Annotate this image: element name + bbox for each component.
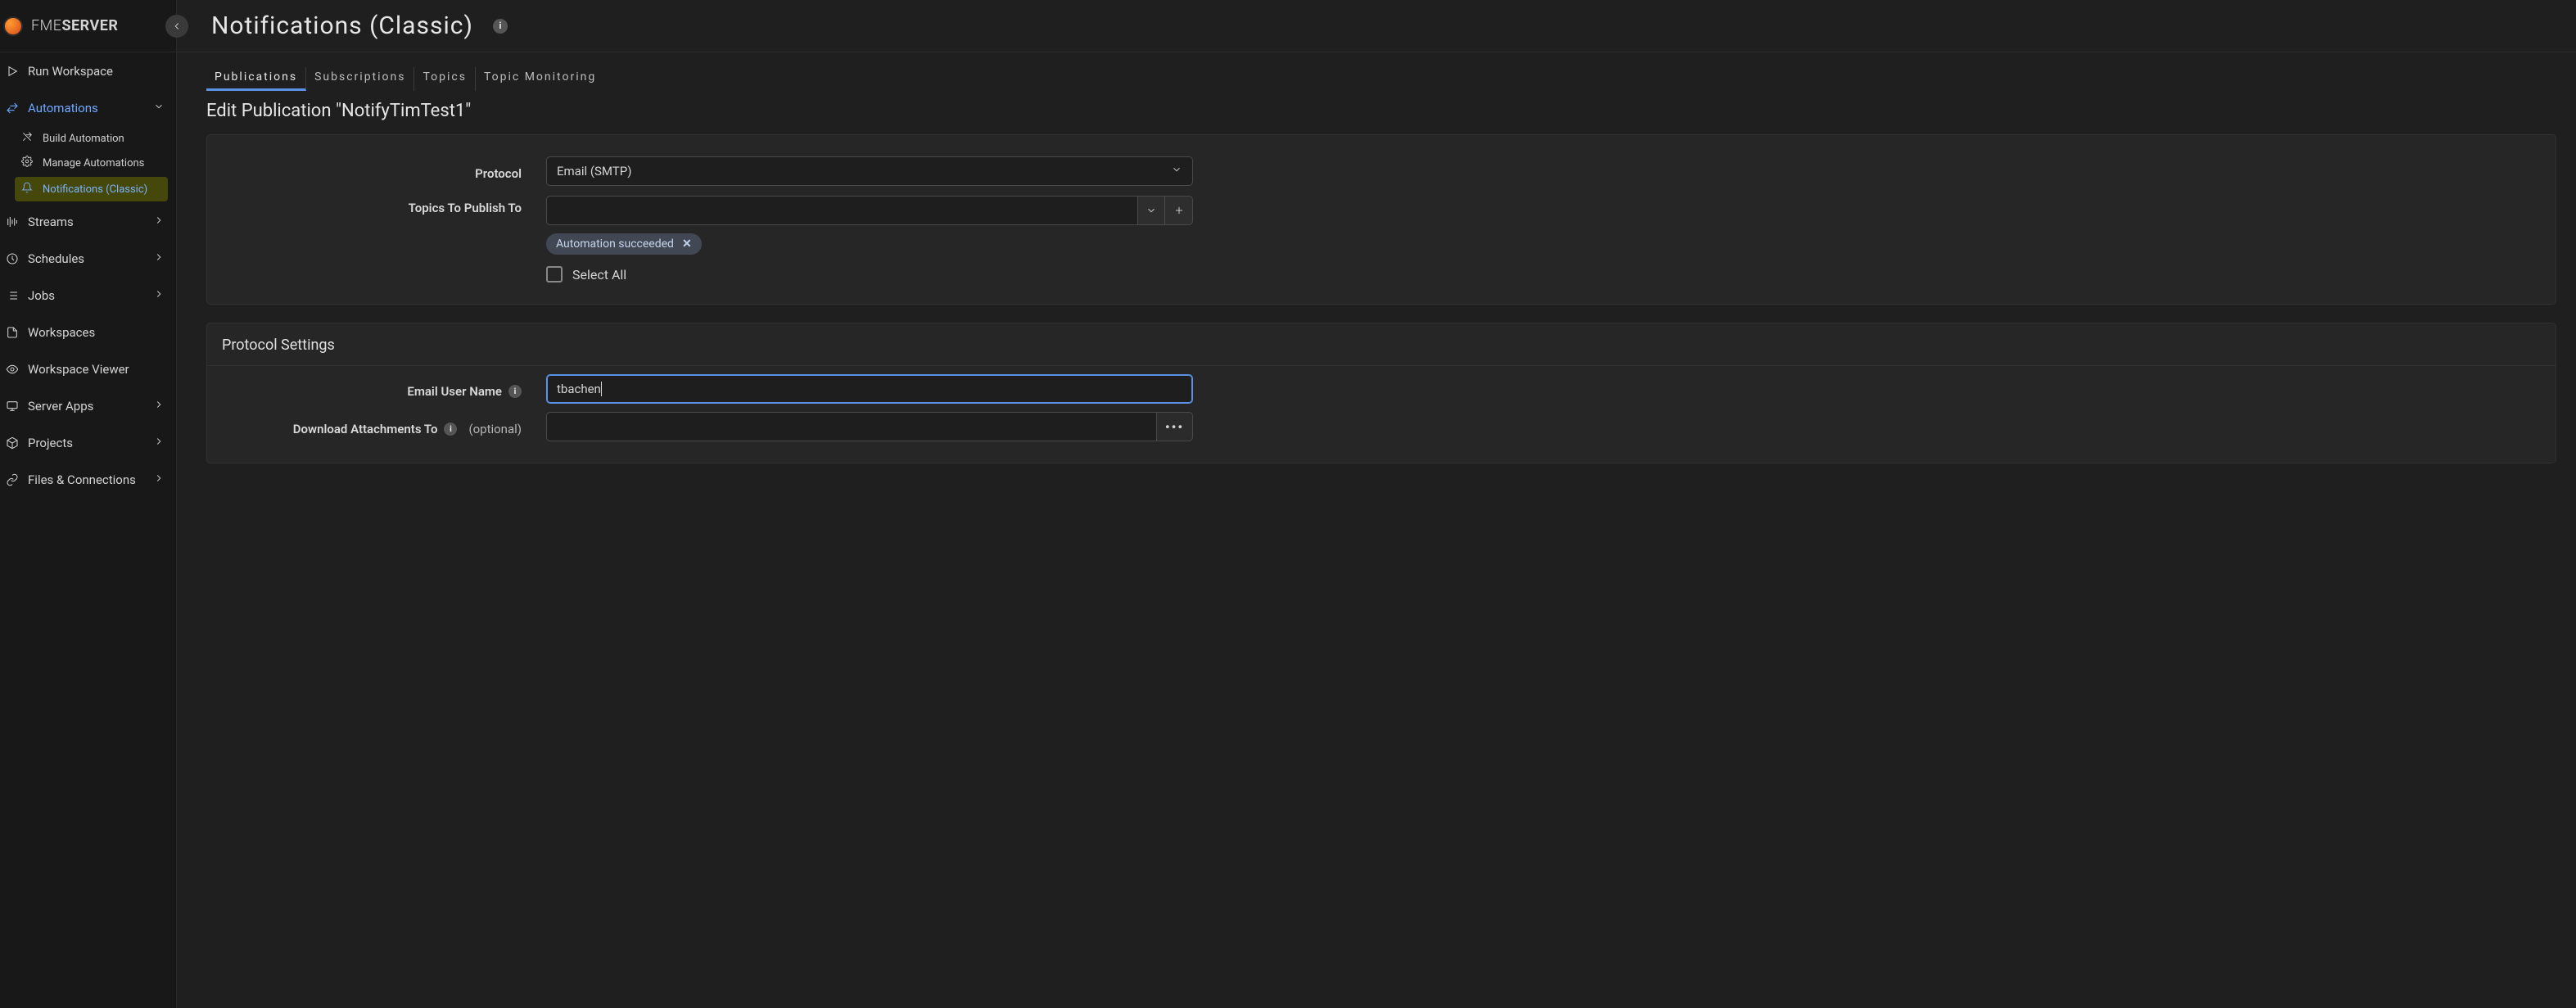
- box-icon: [5, 436, 20, 450]
- chevron-right-icon: [153, 399, 165, 414]
- text-cursor: [601, 382, 602, 396]
- nav-label: Notifications (Classic): [43, 183, 147, 196]
- chevron-right-icon: [153, 472, 165, 487]
- nav-workspace-viewer[interactable]: Workspace Viewer: [0, 350, 176, 387]
- gear-icon: [21, 156, 34, 170]
- page-title: Notifications (Classic): [211, 11, 473, 40]
- nav-streams[interactable]: Streams: [0, 203, 176, 240]
- help-icon[interactable]: i: [493, 19, 508, 34]
- link-icon: [5, 473, 20, 486]
- nav-label: Build Automation: [43, 133, 124, 145]
- nav-build-automation[interactable]: Build Automation: [0, 126, 176, 151]
- browse-button[interactable]: •••: [1157, 412, 1193, 441]
- protocol-label: Protocol: [219, 161, 546, 181]
- eye-icon: [5, 363, 20, 376]
- brand-text: FMESERVER: [31, 17, 118, 34]
- email-user-value: tbachen: [557, 382, 601, 396]
- nav-projects[interactable]: Projects: [0, 424, 176, 461]
- streams-icon: [5, 215, 20, 228]
- file-icon: [5, 326, 20, 339]
- nav-run-workspace[interactable]: Run Workspace: [0, 52, 176, 89]
- nav-label: Files & Connections: [28, 472, 136, 487]
- nav-label: Run Workspace: [28, 64, 113, 79]
- optional-text: (optional): [468, 422, 522, 436]
- nav-label: Server Apps: [28, 399, 93, 414]
- nav-label: Projects: [28, 436, 73, 450]
- nav-notifications-classic[interactable]: Notifications (Classic): [15, 177, 168, 201]
- tab-publications[interactable]: Publications: [206, 67, 306, 91]
- publication-panel: Protocol Email (SMTP) Topics To Publish …: [206, 134, 2556, 305]
- chevron-right-icon: [153, 251, 165, 266]
- tab-topic-monitoring[interactable]: Topic Monitoring: [476, 67, 604, 91]
- chevron-down-icon: [1171, 164, 1182, 179]
- nav-schedules[interactable]: Schedules: [0, 240, 176, 277]
- topics-add-button[interactable]: [1165, 196, 1193, 225]
- select-all-checkbox[interactable]: [546, 266, 563, 283]
- info-icon[interactable]: i: [444, 423, 457, 436]
- select-all-label: Select All: [572, 267, 626, 283]
- chevron-right-icon: [153, 288, 165, 303]
- nav-label: Workspaces: [28, 325, 95, 340]
- chip-remove-icon[interactable]: ✕: [682, 237, 692, 251]
- nav-label: Schedules: [28, 251, 84, 266]
- devices-icon: [5, 400, 20, 413]
- nav-automations[interactable]: Automations: [0, 89, 176, 126]
- tabs: Publications Subscriptions Topics Topic …: [177, 52, 2576, 97]
- main-content: Notifications (Classic) i Publications S…: [177, 0, 2576, 1008]
- protocol-select[interactable]: Email (SMTP): [546, 156, 1193, 186]
- nav-label: Streams: [28, 215, 74, 229]
- nav-label: Automations: [28, 101, 98, 115]
- nav-workspaces[interactable]: Workspaces: [0, 314, 176, 350]
- topbar: Notifications (Classic) i: [177, 0, 2576, 52]
- nav-label: Manage Automations: [43, 157, 144, 170]
- edit-publication-heading: Edit Publication "NotifyTimTest1": [177, 97, 2576, 131]
- nav-manage-automations[interactable]: Manage Automations: [0, 151, 176, 175]
- chip-label: Automation succeeded: [556, 237, 674, 251]
- protocol-settings-heading: Protocol Settings: [207, 333, 2556, 366]
- clock-icon: [5, 252, 20, 265]
- brand-logo-icon: [3, 16, 23, 36]
- topic-chip: Automation succeeded ✕: [546, 233, 702, 255]
- shuffle-icon: [21, 131, 34, 146]
- info-icon[interactable]: i: [508, 385, 522, 398]
- tab-topics[interactable]: Topics: [414, 67, 475, 91]
- nav-label: Jobs: [28, 288, 55, 303]
- nav-server-apps[interactable]: Server Apps: [0, 387, 176, 424]
- brand-bold: SERVER: [61, 17, 118, 34]
- topics-input[interactable]: [546, 196, 1137, 225]
- nav-files-connections[interactable]: Files & Connections: [0, 461, 176, 498]
- chevron-right-icon: [153, 436, 165, 450]
- protocol-value: Email (SMTP): [557, 164, 631, 179]
- email-user-label: Email User Name i: [219, 379, 546, 399]
- list-icon: [5, 289, 20, 302]
- download-attachments-input[interactable]: [546, 412, 1157, 441]
- sidebar: FMESERVER Run Workspace Automations Buil…: [0, 0, 177, 1008]
- chevron-down-icon: [153, 101, 165, 115]
- bell-icon: [21, 182, 34, 197]
- protocol-settings-panel: Protocol Settings Email User Name i tbac…: [206, 323, 2556, 463]
- brand-logo: FMESERVER: [0, 0, 176, 52]
- chevron-right-icon: [153, 215, 165, 229]
- nav-label: Workspace Viewer: [28, 362, 129, 377]
- tab-subscriptions[interactable]: Subscriptions: [306, 67, 414, 91]
- email-user-input[interactable]: tbachen: [546, 374, 1193, 404]
- play-icon: [5, 65, 20, 78]
- nav-jobs[interactable]: Jobs: [0, 277, 176, 314]
- topics-dropdown-button[interactable]: [1137, 196, 1165, 225]
- automations-icon: [5, 102, 20, 115]
- brand-thin: FME: [31, 17, 61, 34]
- sidebar-collapse-button[interactable]: [165, 15, 188, 38]
- download-attachments-label: Download Attachments To i (optional): [219, 417, 546, 436]
- topics-label: Topics To Publish To: [219, 196, 546, 215]
